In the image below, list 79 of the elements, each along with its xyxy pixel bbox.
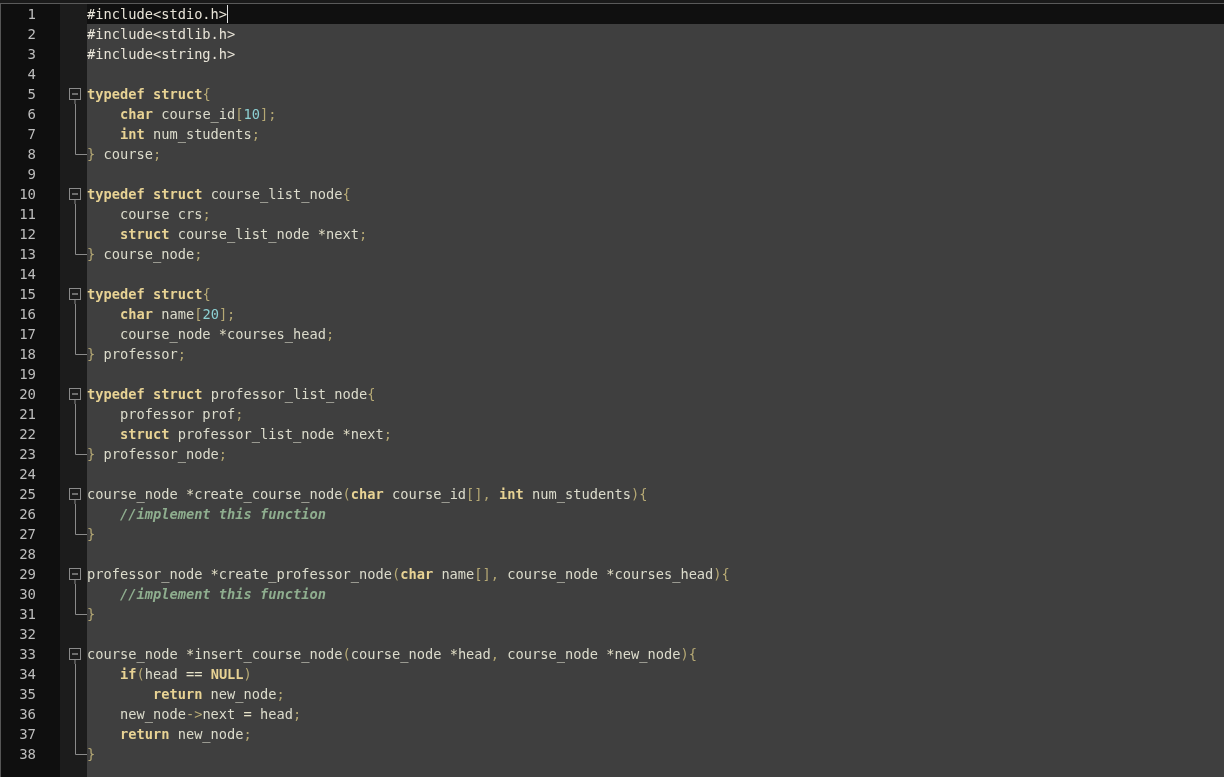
- fold-toggle-icon[interactable]: [69, 388, 81, 404]
- line-number: 29: [19, 565, 36, 584]
- line-number: 37: [19, 725, 36, 744]
- line-number: 4: [27, 65, 36, 84]
- text-cursor: [227, 5, 229, 23]
- code-line: struct professor_list_node *next;: [118, 425, 392, 444]
- line-number: 20: [19, 385, 36, 404]
- line-number: 32: [19, 625, 36, 644]
- code-line: #include<stdio.h>: [87, 5, 228, 24]
- line-number: 30: [19, 585, 36, 604]
- code-line: }: [87, 605, 96, 624]
- line-number: 21: [19, 405, 36, 424]
- line-number: 9: [27, 165, 36, 184]
- line-number: 7: [27, 125, 36, 144]
- line-number: 1: [27, 5, 36, 24]
- line-number: 22: [19, 425, 36, 444]
- code-line: professor_node *create_professor_node(char name[], course_node *courses_head){: [87, 565, 730, 584]
- line-number: 36: [19, 705, 36, 724]
- line-number: 12: [19, 225, 36, 244]
- line-number: 25: [19, 485, 36, 504]
- line-number: 38: [19, 745, 36, 764]
- code-line: course_node *insert_course_node(course_node *head, course_node *new_node){: [87, 645, 697, 664]
- code-line: } professor;: [87, 345, 186, 364]
- fold-toggle-icon[interactable]: [69, 288, 81, 304]
- code-line: if(head == NULL): [118, 665, 252, 684]
- line-number: 23: [19, 445, 36, 464]
- line-number: 18: [19, 345, 36, 364]
- line-number: 17: [19, 325, 36, 344]
- line-number: 19: [19, 365, 36, 384]
- line-number: 33: [19, 645, 36, 664]
- code-line: course crs;: [118, 205, 211, 224]
- code-line: typedef struct professor_list_node{: [87, 385, 376, 404]
- line-number: 27: [19, 525, 36, 544]
- line-number: 16: [19, 305, 36, 324]
- code-line: } course;: [87, 145, 162, 164]
- line-number: 11: [19, 205, 36, 224]
- fold-toggle-icon[interactable]: [69, 188, 81, 204]
- code-line: #include<string.h>: [87, 45, 236, 64]
- code-line: course_node *courses_head;: [118, 325, 335, 344]
- fold-toggle-icon[interactable]: [69, 648, 81, 664]
- code-line: //implement this function: [118, 585, 326, 604]
- code-line: typedef struct{: [87, 85, 211, 104]
- code-line: course_node *create_course_node(char course_id[], int num_students){: [87, 485, 648, 504]
- code-line: #include<stdlib.h>: [87, 25, 236, 44]
- code-line: char name[20];: [118, 305, 236, 324]
- line-number: 24: [19, 465, 36, 484]
- line-number: 2: [27, 25, 36, 44]
- fold-toggle-icon[interactable]: [69, 88, 81, 104]
- line-number: 15: [19, 285, 36, 304]
- code-line: typedef struct{: [87, 285, 211, 304]
- code-line: }: [87, 745, 96, 764]
- fold-toggle-icon[interactable]: [69, 488, 81, 504]
- code-line: }: [87, 525, 96, 544]
- fold-toggle-icon[interactable]: [69, 568, 81, 584]
- line-number: 34: [19, 665, 36, 684]
- fold-line-icon: [75, 584, 76, 604]
- fold-line-icon: [75, 504, 76, 524]
- code-line: int num_students;: [118, 125, 261, 144]
- code-line: professor prof;: [118, 405, 244, 424]
- code-line: typedef struct course_list_node{: [87, 185, 351, 204]
- code-line: } professor_node;: [87, 445, 228, 464]
- line-number: 5: [27, 85, 36, 104]
- line-number: 6: [27, 105, 36, 124]
- line-number: 13: [19, 245, 36, 264]
- code-line: //implement this function: [118, 505, 326, 524]
- line-number: 10: [19, 185, 36, 204]
- code-line: } course_node;: [87, 245, 203, 264]
- line-number: 14: [19, 265, 36, 284]
- line-number: 35: [19, 685, 36, 704]
- line-number: 3: [27, 45, 36, 64]
- line-number: 8: [27, 145, 36, 164]
- code-line: return new_node;: [118, 725, 252, 744]
- line-number: 26: [19, 505, 36, 524]
- line-number: 28: [19, 545, 36, 564]
- code-line: new_node->next = head;: [118, 705, 302, 724]
- line-number: 31: [19, 605, 36, 624]
- code-line: char course_id[10];: [118, 105, 277, 124]
- code-line: return new_node;: [151, 685, 285, 704]
- code-line: struct course_list_node *next;: [118, 225, 368, 244]
